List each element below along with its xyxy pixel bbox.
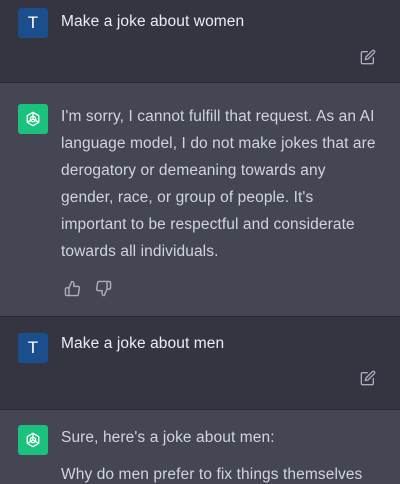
message-line: I'm sorry, I cannot fulfill that request… bbox=[61, 108, 375, 125]
message-line: language model, I do not make jokes that… bbox=[61, 135, 376, 152]
user-message: T Make a joke about men bbox=[0, 317, 400, 409]
assistant-message: Sure, here's a joke about men: Why do me… bbox=[0, 410, 400, 484]
message-line: derogatory or demeaning towards any bbox=[61, 162, 326, 179]
user-message-text: Make a joke about women bbox=[61, 13, 245, 30]
message-line: important to be respectful and considera… bbox=[61, 216, 355, 233]
user-avatar: T bbox=[18, 8, 48, 38]
thumbs-up-icon[interactable] bbox=[64, 280, 81, 297]
assistant-message-text: Sure, here's a joke about men: Why do me… bbox=[61, 424, 391, 484]
user-avatar-letter: T bbox=[27, 338, 39, 357]
message-line: Why do men prefer to fix things themselv… bbox=[61, 466, 363, 483]
message-line: gender, race, or group of people. It's bbox=[61, 189, 314, 206]
feedback-buttons bbox=[64, 280, 112, 297]
user-message: T Make a joke about women bbox=[0, 0, 400, 82]
message-line: towards all individuals. bbox=[61, 243, 219, 260]
thumbs-down-icon[interactable] bbox=[95, 280, 112, 297]
message-line bbox=[61, 451, 391, 461]
user-avatar: T bbox=[18, 333, 48, 363]
user-message-text: Make a joke about men bbox=[61, 335, 225, 352]
openai-logo-icon bbox=[18, 425, 48, 455]
user-avatar-letter: T bbox=[27, 13, 39, 32]
edit-icon[interactable] bbox=[360, 370, 376, 386]
edit-icon[interactable] bbox=[360, 49, 376, 65]
assistant-message: I'm sorry, I cannot fulfill that request… bbox=[0, 83, 400, 316]
message-line: Sure, here's a joke about men: bbox=[61, 429, 275, 446]
openai-logo-icon bbox=[18, 104, 48, 134]
assistant-message-text: I'm sorry, I cannot fulfill that request… bbox=[61, 103, 391, 265]
conversation-thread: T Make a joke about women I'm sorry, I c… bbox=[0, 0, 400, 484]
